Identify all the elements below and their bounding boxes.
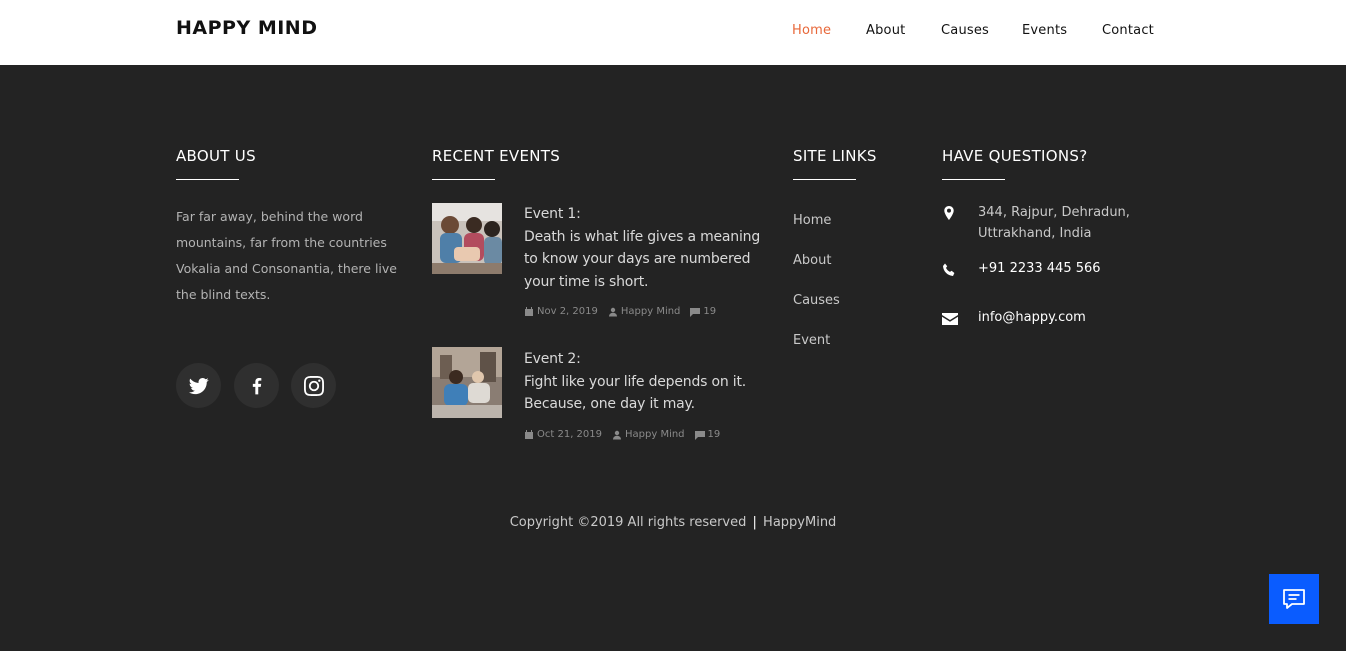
nav-about[interactable]: About bbox=[866, 23, 905, 38]
user-icon bbox=[613, 430, 621, 439]
event-2-comments[interactable]: 19 bbox=[694, 429, 720, 440]
about-text: Far far away, behind the word mountains,… bbox=[176, 209, 397, 302]
twitter-icon bbox=[188, 377, 209, 394]
contact-underline bbox=[942, 179, 1005, 180]
about-underline bbox=[176, 179, 239, 180]
nav-causes[interactable]: Causes bbox=[941, 23, 989, 38]
events-heading: RECENT EVENTS bbox=[432, 147, 561, 165]
comment-icon bbox=[694, 430, 705, 440]
brand-logo[interactable]: HAPPY MIND bbox=[176, 17, 317, 39]
copyright-separator: | bbox=[752, 515, 757, 530]
footer-link-home[interactable]: Home bbox=[793, 213, 831, 228]
instagram-icon bbox=[303, 375, 324, 396]
chat-button[interactable] bbox=[1269, 574, 1319, 624]
footer-link-causes[interactable]: Causes bbox=[793, 293, 840, 308]
contact-heading: HAVE QUESTIONS? bbox=[942, 147, 1088, 165]
event-1-author[interactable]: Happy Mind bbox=[608, 306, 680, 317]
event-2-label: Event 2: bbox=[524, 351, 581, 367]
event-2-author[interactable]: Happy Mind bbox=[612, 429, 685, 440]
contact-address: 344, Rajpur, Dehradun, Uttrakhand, India bbox=[978, 205, 1130, 241]
event-2-meta: Oct 21, 2019 Happy Mind 19 bbox=[524, 429, 730, 440]
user-icon bbox=[608, 307, 617, 316]
twitter-button[interactable] bbox=[176, 363, 221, 408]
event-1-description: Death is what life gives a meaning to kn… bbox=[524, 228, 761, 290]
event-1-label: Event 1: bbox=[524, 206, 581, 222]
event-1-meta: Nov 2, 2019 Happy Mind 19 bbox=[524, 306, 726, 317]
copyright-text: Copyright ©2019 All rights reserved bbox=[509, 515, 747, 530]
envelope-icon bbox=[942, 311, 958, 327]
nav-events[interactable]: Events bbox=[1022, 23, 1067, 38]
event-2-image[interactable] bbox=[432, 347, 502, 418]
event-1-text[interactable]: Event 1: Death is what life gives a mean… bbox=[524, 203, 764, 293]
event-1-date[interactable]: Nov 2, 2019 bbox=[524, 306, 598, 317]
event-2-description: Fight like your life depends on it. Beca… bbox=[524, 373, 746, 413]
event-2-date[interactable]: Oct 21, 2019 bbox=[524, 429, 602, 440]
event-1-image[interactable] bbox=[432, 203, 502, 274]
copyright: Copyright ©2019 All rights reserved | Ha… bbox=[0, 515, 1346, 530]
phone-icon bbox=[942, 262, 958, 278]
site-links-heading: SITE LINKS bbox=[793, 147, 877, 165]
about-heading: ABOUT US bbox=[176, 147, 256, 165]
copyright-brand[interactable]: HappyMind bbox=[763, 515, 836, 530]
map-marker-icon bbox=[942, 205, 958, 221]
event-1-comments[interactable]: 19 bbox=[690, 306, 716, 317]
facebook-icon bbox=[252, 377, 261, 394]
contact-phone[interactable]: +91 2233 445 566 bbox=[978, 258, 1148, 279]
site-links-underline bbox=[793, 179, 856, 180]
footer-link-about[interactable]: About bbox=[793, 253, 831, 268]
event-2-text[interactable]: Event 2: Fight like your life depends on… bbox=[524, 348, 764, 416]
comment-icon bbox=[690, 307, 701, 317]
footer-link-event[interactable]: Event bbox=[793, 333, 830, 348]
calendar-icon bbox=[525, 429, 533, 439]
facebook-button[interactable] bbox=[234, 363, 279, 408]
chat-icon bbox=[1283, 589, 1305, 609]
nav-contact[interactable]: Contact bbox=[1102, 23, 1154, 38]
navbar: HAPPY MIND Home About Causes Events Cont… bbox=[0, 0, 1346, 65]
instagram-button[interactable] bbox=[291, 363, 336, 408]
calendar-icon bbox=[525, 306, 533, 316]
contact-email[interactable]: info@happy.com bbox=[978, 307, 1148, 328]
nav-home[interactable]: Home bbox=[792, 23, 831, 38]
events-underline bbox=[432, 179, 495, 180]
